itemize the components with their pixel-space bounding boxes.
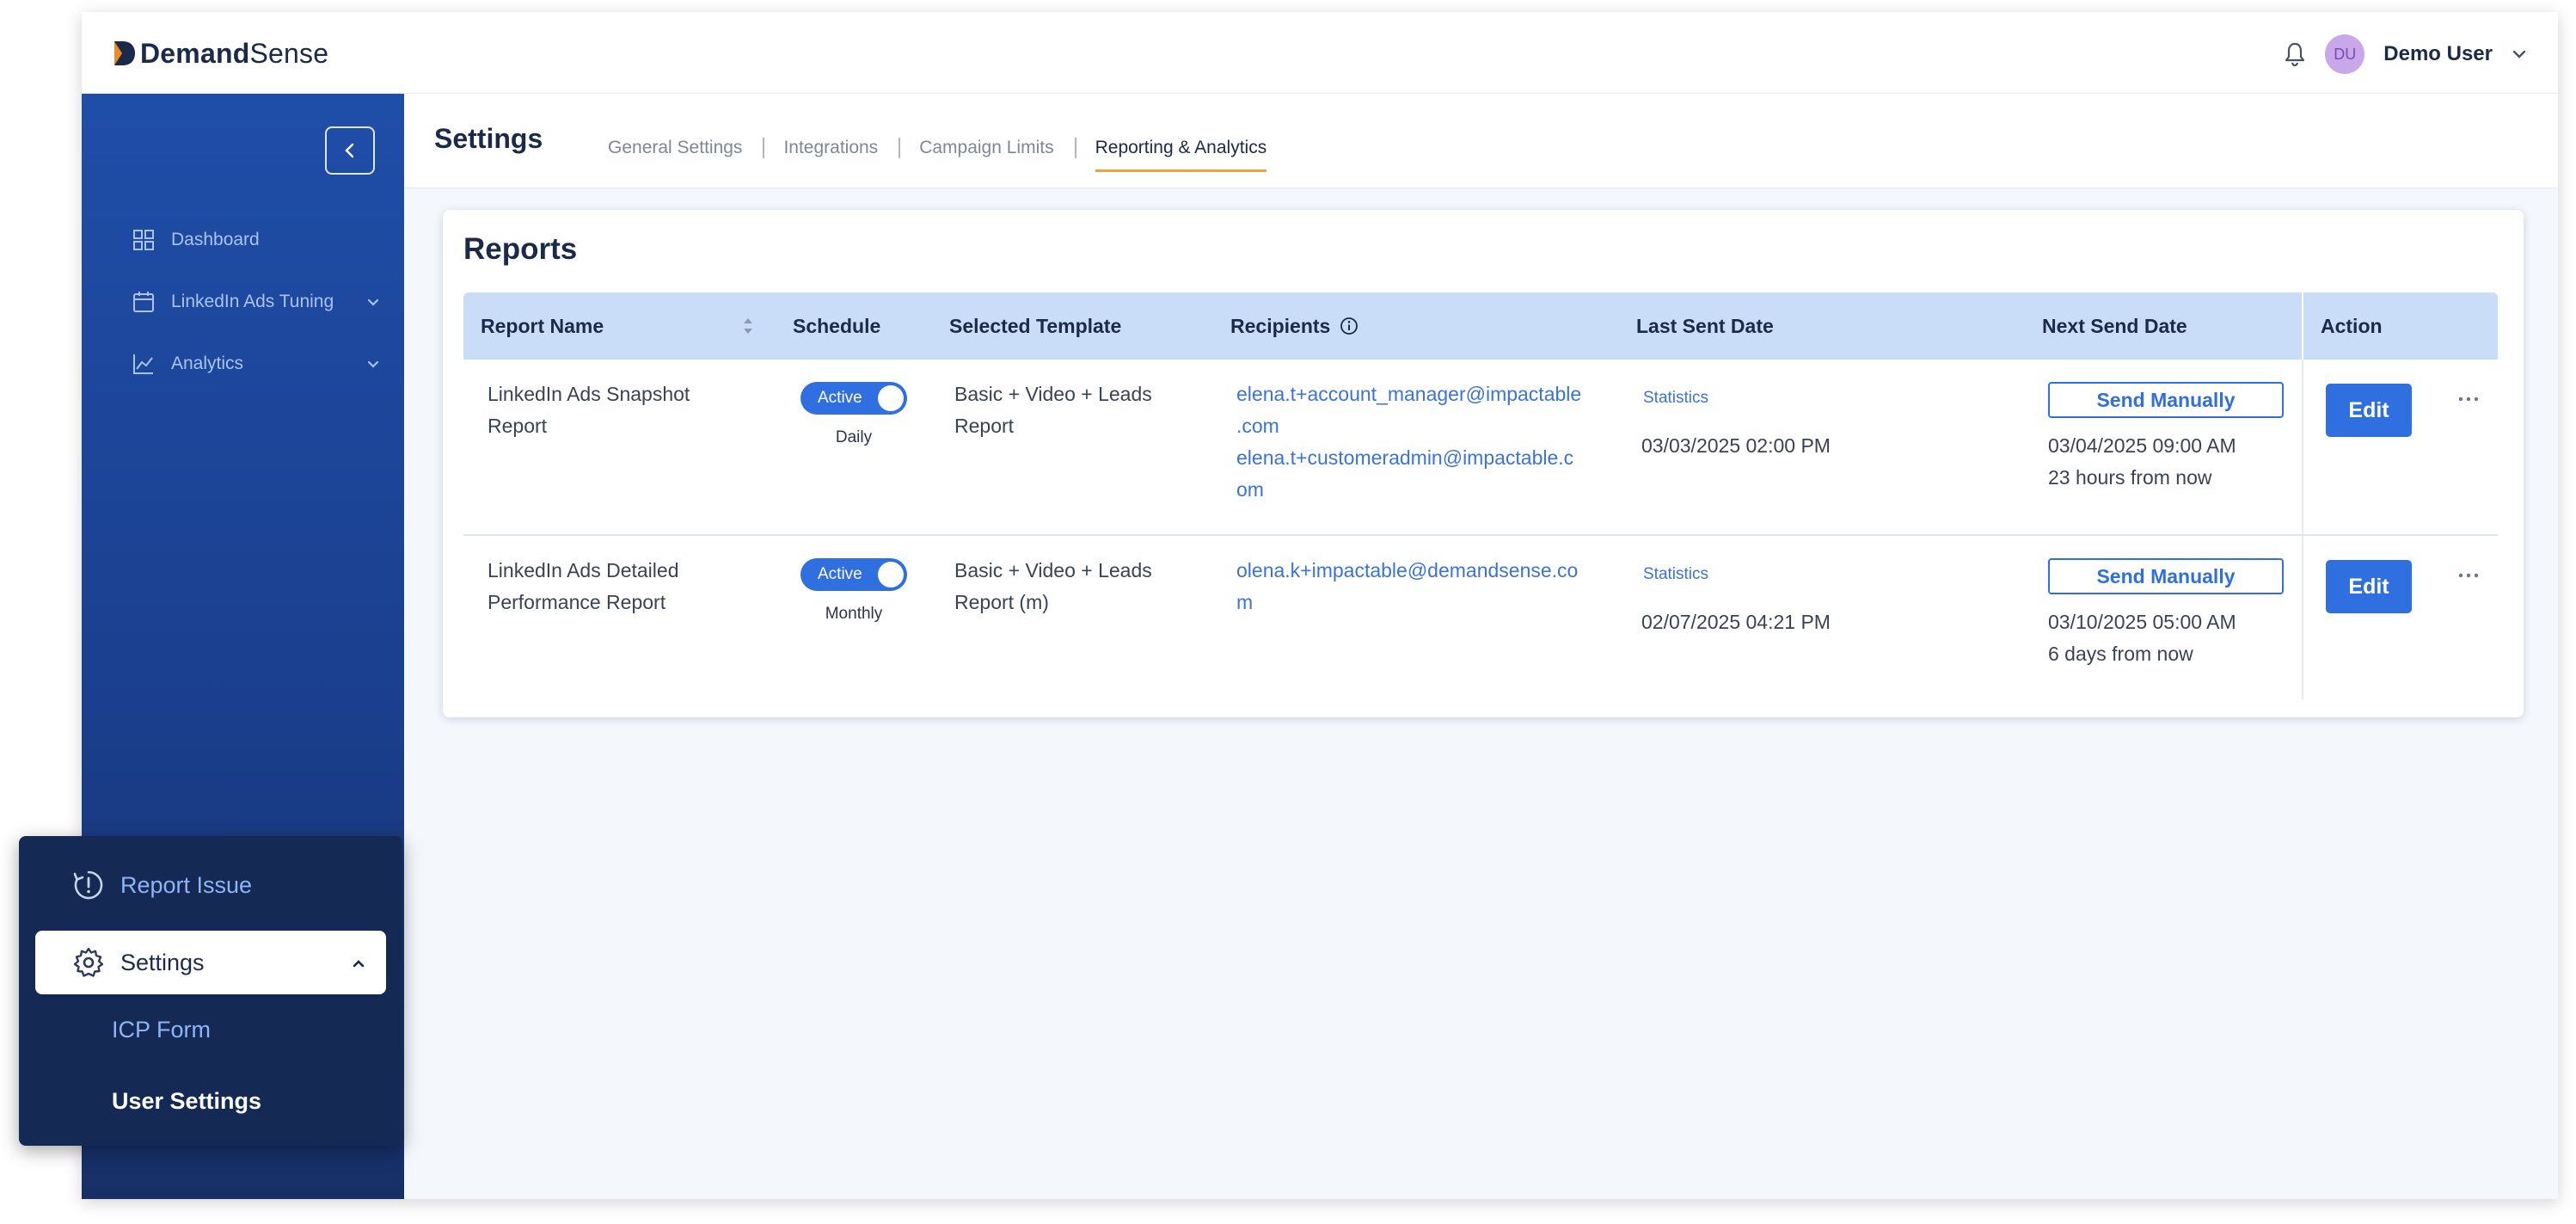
more-options-icon[interactable] [2456,395,2481,403]
more-options-icon[interactable] [2456,571,2481,580]
report-name: LinkedIn Ads Snapshot Report [488,383,690,437]
avatar[interactable]: DU [2325,34,2365,74]
chevron-down-icon [367,298,379,306]
bell-icon[interactable] [2284,41,2306,67]
report-issue-icon [73,870,103,900]
toggle-knob [878,385,904,411]
page-title: Settings [434,123,543,154]
status-toggle[interactable]: Active [800,382,907,415]
toggle-label: Active [818,389,862,407]
sidebar-item-analytics[interactable]: Analytics [132,347,381,381]
send-manually-button[interactable]: Send Manually [2048,382,2284,418]
next-send-date: 03/04/2025 09:00 AM 23 hours from now [2048,434,2236,489]
schedule-frequency: Daily [835,428,873,446]
status-toggle[interactable]: Active [800,558,907,591]
calendar-icon [133,292,154,312]
tab-campaign-limits[interactable]: Campaign Limits [899,135,1074,161]
edit-button[interactable]: Edit [2326,384,2412,437]
table-row: LinkedIn Ads Detailed Performance Report… [463,536,2498,699]
table-header: Report Name Schedule Selected Template R… [463,292,2498,360]
sidebar-item-label: Dashboard [171,230,260,249]
column-recipients: Recipients [1230,292,1359,360]
main-content: Settings General Settings Integrations C… [404,94,2558,1199]
tab-general-settings[interactable]: General Settings [587,135,763,161]
top-bar: DemandSense DU Demo User [82,12,2558,94]
user-area: DU Demo User [2284,33,2527,76]
schedule-frequency: Monthly [825,605,883,623]
send-manually-button[interactable]: Send Manually [2048,558,2284,594]
user-name[interactable]: Demo User [2383,42,2493,66]
table-row: LinkedIn Ads Snapshot Report Active Dail… [463,360,2498,536]
column-report-name[interactable]: Report Name [481,292,604,360]
statistics-link[interactable]: Statistics [1643,558,1708,590]
reports-card: Reports Report Name Schedule Selected Te… [443,210,2524,717]
column-action: Action [2321,315,2383,337]
column-next-send-date: Next Send Date [2042,315,2187,337]
chevron-left-icon [345,143,354,158]
tab-reporting-analytics[interactable]: Reporting & Analytics [1074,135,1288,172]
chevron-down-icon[interactable] [2512,46,2527,62]
report-name: LinkedIn Ads Detailed Performance Report [488,559,679,613]
app-window: DemandSense DU Demo User Dashboard Linke… [82,12,2558,1199]
sidebar-item-linkedin-ads-tuning[interactable]: LinkedIn Ads Tuning [132,285,381,319]
row-divider [2302,360,2303,534]
chevron-down-icon [367,360,379,368]
logo-mark-icon [114,41,135,65]
edit-button[interactable]: Edit [2326,560,2412,613]
next-send-date: 03/10/2025 05:00 AM 6 days from now [2048,611,2236,665]
column-last-sent-date: Last Sent Date [1636,315,1774,337]
sort-icon[interactable] [741,314,755,338]
chevron-up-icon [353,960,365,968]
toggle-label: Active [818,565,862,583]
settings-header: Settings General Settings Integrations C… [404,94,2558,188]
tab-integrations[interactable]: Integrations [763,135,899,161]
last-sent-date: 03/03/2025 02:00 PM [1641,434,1831,457]
submenu-item-user-settings[interactable]: User Settings [112,1088,261,1115]
settings-menu-button[interactable]: Settings [35,931,386,994]
reports-table: Report Name Schedule Selected Template R… [463,292,2498,699]
collapse-sidebar-button[interactable] [325,126,375,175]
info-icon[interactable] [1340,317,1359,335]
settings-popover: Report Issue Settings ICP Form User Sett… [19,836,402,1146]
column-recipients-label: Recipients [1230,315,1331,337]
column-selected-template: Selected Template [949,315,1122,337]
settings-tabs: General Settings Integrations Campaign L… [587,135,1288,172]
toggle-knob [878,562,904,587]
last-sent-date: 02/07/2025 04:21 PM [1641,611,1831,633]
settings-menu-content: Settings [72,946,205,979]
brand-name: DemandSense [140,37,329,69]
sidebar-item-label: Analytics [171,354,244,373]
selected-template: Basic + Video + Leads Report [954,383,1152,437]
grid-icon [133,230,154,250]
recipients-list[interactable]: elena.t+account_manager@impactable .com … [1236,378,1581,506]
selected-template: Basic + Video + Leads Report (m) [954,559,1152,613]
sidebar-item-dashboard[interactable]: Dashboard [132,223,381,257]
reports-title: Reports [463,232,578,266]
row-divider [2302,536,2303,699]
brand-logo[interactable]: DemandSense [111,36,328,71]
settings-label: Settings [120,949,205,975]
report-issue-label: Report Issue [120,871,253,898]
header-divider [2302,292,2303,360]
report-issue-button[interactable]: Report Issue [72,869,252,901]
statistics-link[interactable]: Statistics [1643,382,1708,414]
submenu-item-icp-form[interactable]: ICP Form [112,1017,211,1043]
recipients-list[interactable]: olena.k+impactable@demandsense.co m [1236,555,1578,618]
gear-icon [73,947,104,977]
sidebar-item-label: LinkedIn Ads Tuning [171,292,334,311]
column-schedule: Schedule [793,315,881,337]
line-chart-icon [133,354,153,374]
